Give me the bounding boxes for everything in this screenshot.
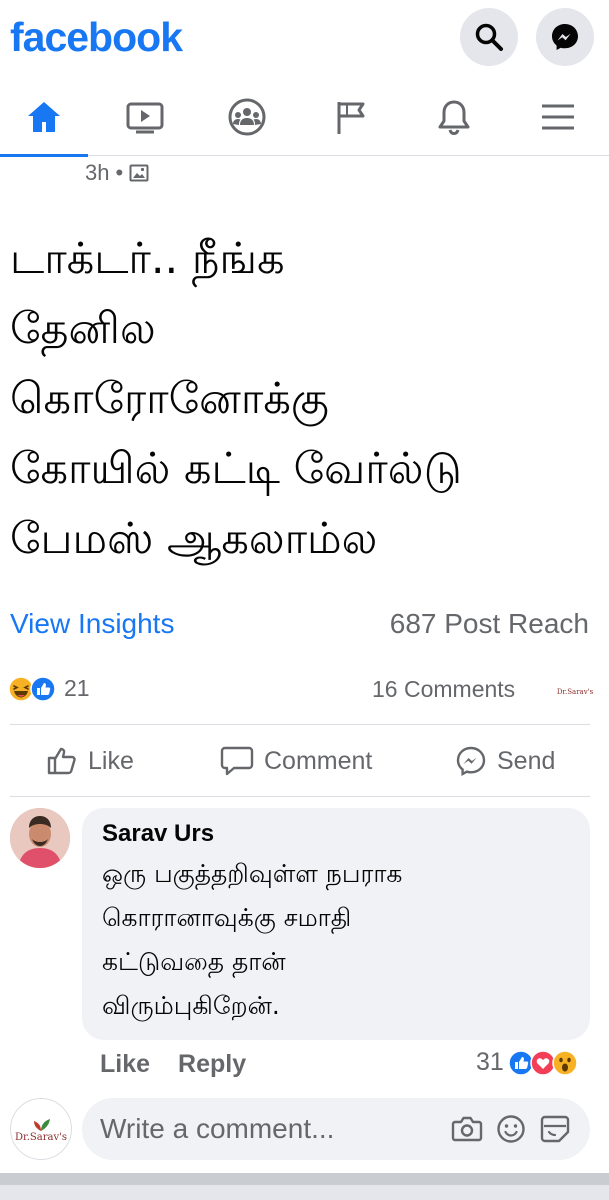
facebook-logo[interactable]: facebook xyxy=(10,14,183,61)
search-icon xyxy=(475,23,503,51)
tab-menu[interactable] xyxy=(514,78,602,156)
comment-text: ஒரு பகுத்தறிவுள்ள நபராக கொரானாவுக்கு சமா… xyxy=(102,852,570,1028)
tab-pages[interactable] xyxy=(307,78,395,156)
composer-avatar[interactable]: Dr.Sarav's xyxy=(10,1098,72,1160)
comment-bubble: Sarav Urs ஒரு பகுத்தறிவுள்ள நபராக கொரானா… xyxy=(82,808,590,1040)
comment-actions: Like Reply xyxy=(100,1050,246,1079)
reactions-count: 21 xyxy=(64,675,90,701)
messenger-button[interactable] xyxy=(536,8,594,66)
reactions-summary[interactable]: 21 xyxy=(8,675,90,702)
person-photo xyxy=(10,808,70,868)
like-label: Like xyxy=(88,746,134,775)
flag-icon xyxy=(337,102,365,134)
comment-label: Comment xyxy=(264,746,373,775)
comment-text-line: கட்டுவதை தான் xyxy=(102,947,286,976)
home-icon xyxy=(28,102,60,132)
hamburger-menu-icon xyxy=(542,104,574,130)
bell-icon xyxy=(438,100,470,136)
messenger-icon xyxy=(552,24,578,50)
post-time[interactable]: 3h xyxy=(85,160,109,186)
tab-notifications[interactable] xyxy=(410,78,498,156)
comment-input[interactable] xyxy=(100,1098,440,1160)
post-reach: 687 Post Reach xyxy=(389,608,589,639)
comments-count[interactable]: 16 Comments xyxy=(372,676,515,703)
composer-avatar-text: Dr.Sarav's xyxy=(15,1131,67,1143)
meta-separator: • xyxy=(115,160,124,185)
post-text-line: கோயில் கட்டி வேர்ல்டு xyxy=(10,444,462,494)
post-actions: Like Comment Send xyxy=(0,726,609,796)
post-text-line: தேனில xyxy=(10,304,156,354)
sticker-icon xyxy=(540,1115,570,1143)
emoji-icon xyxy=(497,1115,525,1143)
post-text: டாக்டர்.. நீங்க தேனில கொரோனோக்கு கோயில் … xyxy=(10,224,600,574)
comment-reactions[interactable]: 31 xyxy=(476,1048,578,1077)
divider xyxy=(10,724,590,725)
camera-icon xyxy=(451,1116,483,1142)
tab-home[interactable] xyxy=(0,78,88,157)
post-text-line: கொரோனோக்கு xyxy=(10,374,329,424)
thumbs-up-icon xyxy=(47,747,76,775)
messenger-icon xyxy=(456,746,486,777)
comment-author[interactable]: Sarav Urs xyxy=(102,820,570,848)
top-bar: facebook xyxy=(0,0,609,78)
comment-reply-button[interactable]: Reply xyxy=(178,1050,246,1079)
commenter-avatar[interactable] xyxy=(10,808,70,868)
bottom-edge xyxy=(0,1173,609,1200)
post-text-line: பேமஸ் ஆகலாம்ல xyxy=(10,514,378,564)
send-button[interactable]: Send xyxy=(455,726,555,796)
comment-composer xyxy=(82,1098,590,1160)
like-button[interactable]: Like xyxy=(46,726,134,796)
comment-text-line: ஒரு பகுத்தறிவுள்ள நபராக xyxy=(102,859,403,888)
emoji-button[interactable] xyxy=(494,1112,528,1146)
comment-text-line: விரும்புகிறேன். xyxy=(102,991,280,1020)
comment-button[interactable]: Comment xyxy=(220,726,372,796)
like-icon xyxy=(30,675,56,702)
sticker-button[interactable] xyxy=(538,1112,572,1146)
send-label: Send xyxy=(497,746,556,775)
comment-reaction-count: 31 xyxy=(476,1048,504,1076)
divider xyxy=(10,796,590,797)
video-icon xyxy=(126,102,164,134)
view-insights-link[interactable]: View Insights xyxy=(10,608,174,640)
comment-like-button[interactable]: Like xyxy=(100,1050,150,1079)
post-meta: 3h • xyxy=(85,160,149,186)
wow-icon xyxy=(552,1049,578,1076)
photo-icon xyxy=(129,164,149,182)
post-text-line: டாக்டர்.. நீங்க xyxy=(10,234,285,284)
search-button[interactable] xyxy=(460,8,518,66)
camera-button[interactable] xyxy=(450,1112,484,1146)
comment-bubble-icon xyxy=(220,746,254,776)
next-post-edge xyxy=(0,1185,609,1200)
tab-watch[interactable] xyxy=(101,78,189,156)
page-logo-icon xyxy=(34,1118,50,1131)
groups-icon xyxy=(228,98,266,136)
page-avatar-small[interactable]: Dr.Sarav's xyxy=(555,678,595,706)
comment-text-line: கொரானாவுக்கு சமாதி xyxy=(102,903,352,932)
tab-groups[interactable] xyxy=(203,78,291,156)
navigation-bar xyxy=(0,78,609,157)
